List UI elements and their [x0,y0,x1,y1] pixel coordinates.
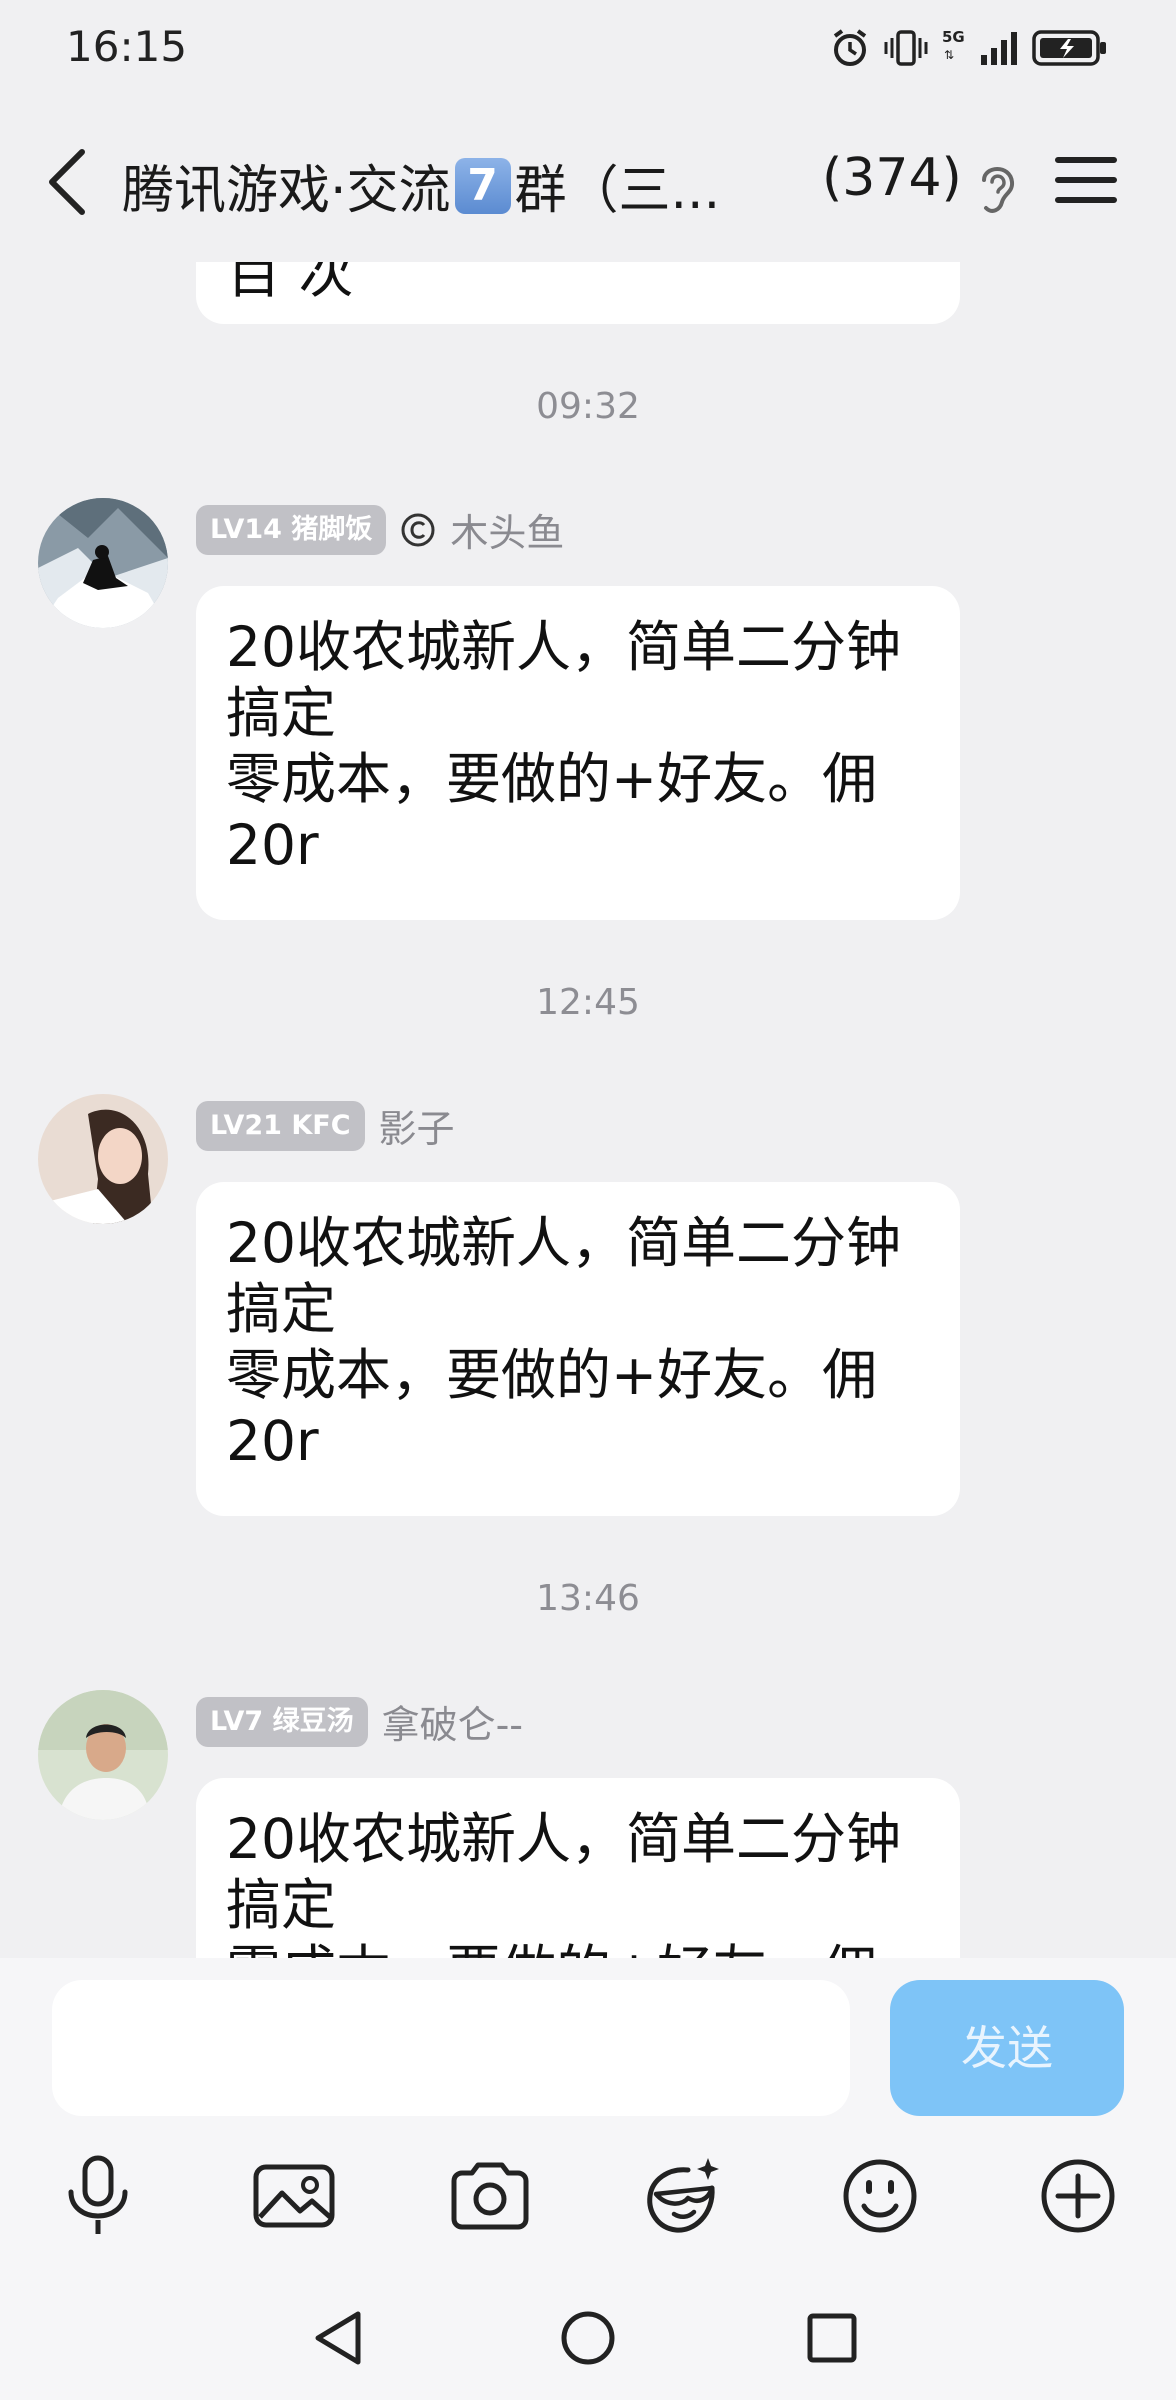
message-line: 20r [226,1409,319,1473]
ear-icon [982,167,1015,213]
nav-back-button[interactable] [304,2302,376,2374]
send-button[interactable]: 发送 [890,1980,1124,2116]
message-input[interactable] [52,1980,850,2116]
sticker-button[interactable] [636,2148,732,2244]
vibrate-icon [884,30,928,66]
chat-header: 腾讯游戏·交流 7 群（三... (374) [0,100,1176,262]
level-badge: LV7 绿豆汤 [196,1696,368,1747]
avatar-image [38,1690,168,1820]
message-line: 零成本，要做的+好友。佣 [226,1938,930,1958]
alarm-icon [833,29,867,66]
home-nav-icon [561,2311,615,2365]
avatar-image [38,498,168,628]
member-count: (374) [822,148,962,208]
sender-meta: LV21 KFC 影子 [196,1098,455,1153]
earpiece-mode-button[interactable] [974,158,1020,218]
menu-button[interactable] [1054,152,1118,208]
avatar[interactable] [38,1094,168,1224]
message-bubble-partial[interactable]: 百 次 [196,262,960,324]
message-line: 20收农城新人，简单二分钟 [226,1211,901,1275]
message-timestamp: 12:45 [536,982,640,1023]
message-line: 20收农城新人，简单二分钟 [226,1807,901,1871]
sender-name[interactable]: 影子 [379,1098,455,1153]
camera-icon [451,2162,529,2230]
image-button[interactable] [246,2148,342,2244]
message-line: 搞定 [226,1873,337,1937]
title-suffix: 群（三... [514,161,721,221]
more-button[interactable] [1030,2148,1126,2244]
avatar[interactable] [38,1690,168,1820]
avatar-image [38,1094,168,1224]
microphone-icon [68,2155,128,2234]
avatar[interactable] [38,498,168,628]
message-line: 搞定 [226,681,337,745]
message-list[interactable]: 百 次 09:32 LV14 猪脚饭 木头鱼 20收农城新人，简单二分钟 搞定 … [0,262,1176,1958]
emoji-icon [843,2159,917,2233]
emoji-button[interactable] [832,2148,928,2244]
sender-meta: LV14 猪脚饭 木头鱼 [196,502,564,557]
nav-recents-button[interactable] [796,2302,868,2374]
message-line: 零成本，要做的+好友。佣 [226,747,878,811]
signal-icon [981,32,1017,65]
status-time: 16:15 [66,22,188,71]
group-title[interactable]: 腾讯游戏·交流 7 群（三... [122,148,720,223]
network-label: 5G ⇅ [942,28,965,62]
title-number-badge: 7 [454,157,511,214]
back-arrow-icon [49,149,85,215]
message-line: 20r [226,813,319,877]
message-timestamp: 09:32 [536,386,640,427]
back-button[interactable] [40,140,100,220]
battery-charging-icon [1032,30,1106,66]
message-line: 零成本，要做的+好友。佣 [226,1343,878,1407]
message-line: 20收农城新人，简单二分钟 [226,615,901,679]
message-bubble[interactable]: 20收农城新人，简单二分钟 搞定 零成本，要做的+好友。佣 20r [196,586,960,920]
plus-icon [1041,2159,1115,2233]
voice-button[interactable] [50,2148,146,2244]
system-navigation-bar [0,2272,1176,2400]
sticker-icon [647,2158,719,2233]
sender-name[interactable]: 木头鱼 [450,502,564,557]
status-icons: 5G ⇅ [830,28,1108,68]
message-bubble[interactable]: 20收农城新人，简单二分钟 搞定 零成本，要做的+好友。佣 20r [196,1182,960,1516]
nav-home-button[interactable] [552,2302,624,2374]
menu-icon [1055,157,1117,203]
recents-nav-icon [807,2313,857,2363]
title-prefix: 腾讯游戏·交流 [122,161,451,221]
sender-name[interactable]: 拿破仑-- [382,1694,523,1749]
message-bubble[interactable]: 20收农城新人，简单二分钟 搞定 零成本，要做的+好友。佣 [196,1778,960,1958]
sender-meta: LV7 绿豆汤 拿破仑-- [196,1694,523,1749]
back-nav-icon [315,2311,361,2365]
message-timestamp: 13:46 [536,1578,640,1619]
image-icon [253,2164,335,2228]
level-badge: LV14 猪脚饭 [196,504,387,555]
message-text-partial: 百 次 [226,262,354,305]
camera-button[interactable] [442,2148,538,2244]
level-badge: LV21 KFC [196,1100,365,1151]
message-line: 搞定 [226,1277,337,1341]
at-icon [401,513,435,546]
status-bar: 16:15 5G ⇅ [0,0,1176,100]
